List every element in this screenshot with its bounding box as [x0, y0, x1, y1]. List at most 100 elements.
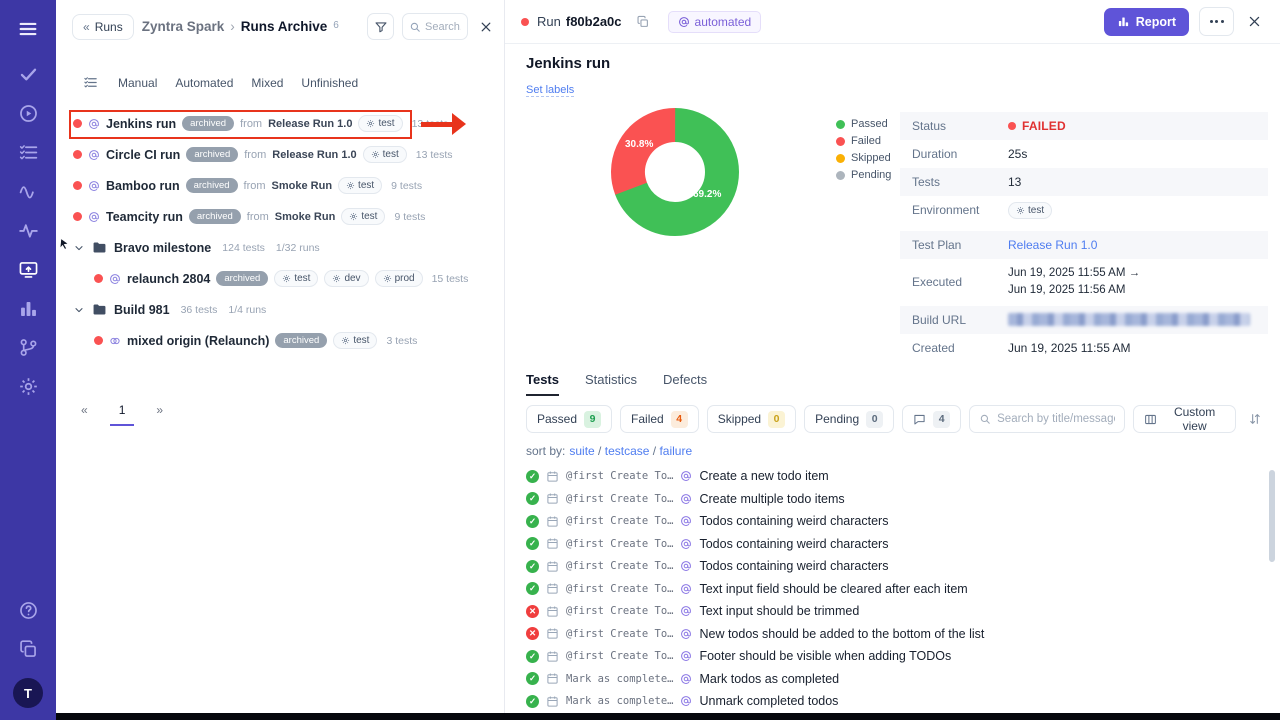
filter-label: Pending	[815, 412, 859, 426]
check-icon[interactable]	[18, 64, 39, 85]
scrollbar-thumb[interactable]	[1269, 470, 1275, 562]
close-detail-button[interactable]	[1244, 12, 1264, 32]
runs-search[interactable]	[402, 13, 468, 40]
legend-label: Passed	[851, 118, 888, 130]
report-button[interactable]: Report	[1104, 8, 1189, 36]
skipped-legend-dot	[836, 154, 845, 163]
breadcrumb: Zyntra Spark › Runs Archive 6	[142, 19, 339, 34]
projects-icon[interactable]	[18, 639, 39, 660]
filter-passed-button[interactable]: Passed9	[526, 405, 612, 433]
set-labels-link[interactable]: Set labels	[526, 84, 574, 97]
tab-manual[interactable]: Manual	[118, 76, 157, 90]
search-icon	[979, 413, 991, 425]
test-row[interactable]: ✕@first Create To…New todos should be ad…	[505, 623, 1270, 646]
filter-skipped-button[interactable]: Skipped0	[707, 405, 796, 433]
test-title: Create multiple todo items	[699, 492, 844, 506]
test-row[interactable]: ✓@first Create To…Footer should be visib…	[505, 645, 1270, 668]
comments-filter-button[interactable]: 4	[902, 405, 961, 433]
run-row[interactable]: mixed origin (Relaunch)archivedtest3 tes…	[56, 325, 504, 356]
tag-badge[interactable]: test	[341, 208, 385, 225]
test-search[interactable]	[969, 405, 1125, 433]
wave-icon[interactable]	[18, 181, 39, 202]
gear-icon	[349, 212, 358, 221]
test-row[interactable]: ✓@first Create To…Todos containing weird…	[505, 510, 1270, 533]
back-to-runs-button[interactable]: « Runs	[72, 14, 134, 40]
run-row[interactable]: Circle CI runarchivedfromRelease Run 1.0…	[56, 139, 504, 170]
test-row[interactable]: ✓Mark as complete…Unmark completed todos	[505, 690, 1270, 713]
tag-badge[interactable]: prod	[375, 270, 423, 287]
filter-pending-button[interactable]: Pending0	[804, 405, 894, 433]
run-row[interactable]: Bamboo runarchivedfromSmoke Runtest9 tes…	[56, 170, 504, 201]
summary-value[interactable]: Release Run 1.0	[1008, 238, 1097, 252]
test-suite-prefix: @first Create To…	[566, 470, 673, 482]
pagination-prev[interactable]: «	[81, 403, 88, 417]
pagination-next[interactable]: »	[156, 403, 163, 417]
tests-count: 13 tests	[412, 118, 449, 130]
expand-rows-button[interactable]	[1244, 407, 1266, 431]
select-all-icon[interactable]	[83, 75, 98, 90]
close-icon	[479, 20, 493, 34]
tab-unfinished[interactable]: Unfinished	[301, 76, 358, 90]
run-row[interactable]: Jenkins runarchivedfromRelease Run 1.0te…	[56, 108, 504, 139]
folder-runs-count: 1/32 runs	[276, 242, 320, 254]
folder-row[interactable]: Bravo milestone124 tests1/32 runs	[56, 232, 504, 263]
filter-failed-button[interactable]: Failed4	[620, 405, 699, 433]
test-row[interactable]: ✓@first Create To…Todos containing weird…	[505, 533, 1270, 556]
filter-button[interactable]	[367, 13, 394, 40]
custom-view-button[interactable]: Custom view	[1133, 405, 1236, 433]
runs-search-input[interactable]	[425, 21, 461, 33]
failed-status-dot	[73, 181, 82, 190]
pulse-icon[interactable]	[18, 220, 39, 241]
branch-icon[interactable]	[18, 337, 39, 358]
test-row[interactable]: ✓@first Create To…Text input field shoul…	[505, 578, 1270, 601]
passed-icon: ✓	[526, 470, 539, 483]
run-row[interactable]: relaunch 2804archivedtestdevprod15 tests	[56, 263, 504, 294]
chevron-down-icon	[73, 242, 85, 254]
tag-badge[interactable]: test	[363, 146, 407, 163]
sort-by-suite[interactable]: suite	[569, 444, 594, 458]
failed-percentage-label: 30.8%	[625, 139, 653, 150]
tab-defects[interactable]: Defects	[663, 372, 707, 396]
tag-badge[interactable]: test	[338, 177, 382, 194]
results-donut-chart: 30.8% 69.2%	[609, 106, 741, 238]
copy-run-id-icon[interactable]	[636, 15, 650, 29]
list-check-icon[interactable]	[18, 142, 39, 163]
tag-badge-label: prod	[395, 273, 415, 284]
test-row[interactable]: ✓@first Create To…Create a new todo item	[505, 465, 1270, 488]
folder-row[interactable]: Build 98136 tests1/4 runs	[56, 294, 504, 325]
breadcrumb-project[interactable]: Zyntra Spark	[142, 19, 225, 34]
test-search-input[interactable]	[997, 413, 1115, 425]
more-options-button[interactable]	[1199, 7, 1234, 36]
screen-share-icon[interactable]	[18, 259, 39, 280]
run-row[interactable]: Teamcity runarchivedfromSmoke Runtest9 t…	[56, 201, 504, 232]
tag-badge[interactable]: test	[274, 270, 318, 287]
gear-icon[interactable]	[18, 376, 39, 397]
menu-icon[interactable]	[17, 18, 39, 40]
tag-badge[interactable]: test	[333, 332, 377, 349]
run-id: f80b2a0c	[566, 14, 622, 29]
help-icon[interactable]	[18, 600, 39, 621]
test-title: Todos containing weird characters	[699, 559, 888, 573]
close-panel-button[interactable]	[476, 17, 496, 37]
sort-by-testcase[interactable]: testcase	[605, 444, 650, 458]
tag-badge[interactable]: test	[358, 115, 402, 132]
test-row[interactable]: ✕@first Create To…Text input should be t…	[505, 600, 1270, 623]
test-row[interactable]: ✓@first Create To…Create multiple todo i…	[505, 488, 1270, 511]
bar-chart-icon[interactable]	[18, 298, 39, 319]
tab-tests[interactable]: Tests	[526, 372, 559, 396]
tab-automated[interactable]: Automated	[175, 76, 233, 90]
test-row[interactable]: ✓@first Create To…Todos containing weird…	[505, 555, 1270, 578]
tag-badge[interactable]: dev	[324, 270, 368, 287]
tab-statistics[interactable]: Statistics	[585, 372, 637, 396]
tab-mixed[interactable]: Mixed	[251, 76, 283, 90]
tag-badge[interactable]: test	[1008, 202, 1052, 219]
test-row[interactable]: ✓Mark as complete…Mark todos as complete…	[505, 668, 1270, 691]
sort-by-failure[interactable]: failure	[659, 444, 692, 458]
play-circle-icon[interactable]	[18, 103, 39, 124]
pagination-page-1[interactable]: 1	[110, 403, 135, 426]
at-icon	[680, 493, 692, 505]
calendar-icon	[546, 492, 559, 505]
calendar-icon	[546, 672, 559, 685]
avatar[interactable]: T	[13, 678, 43, 708]
passed-legend-dot	[836, 120, 845, 129]
